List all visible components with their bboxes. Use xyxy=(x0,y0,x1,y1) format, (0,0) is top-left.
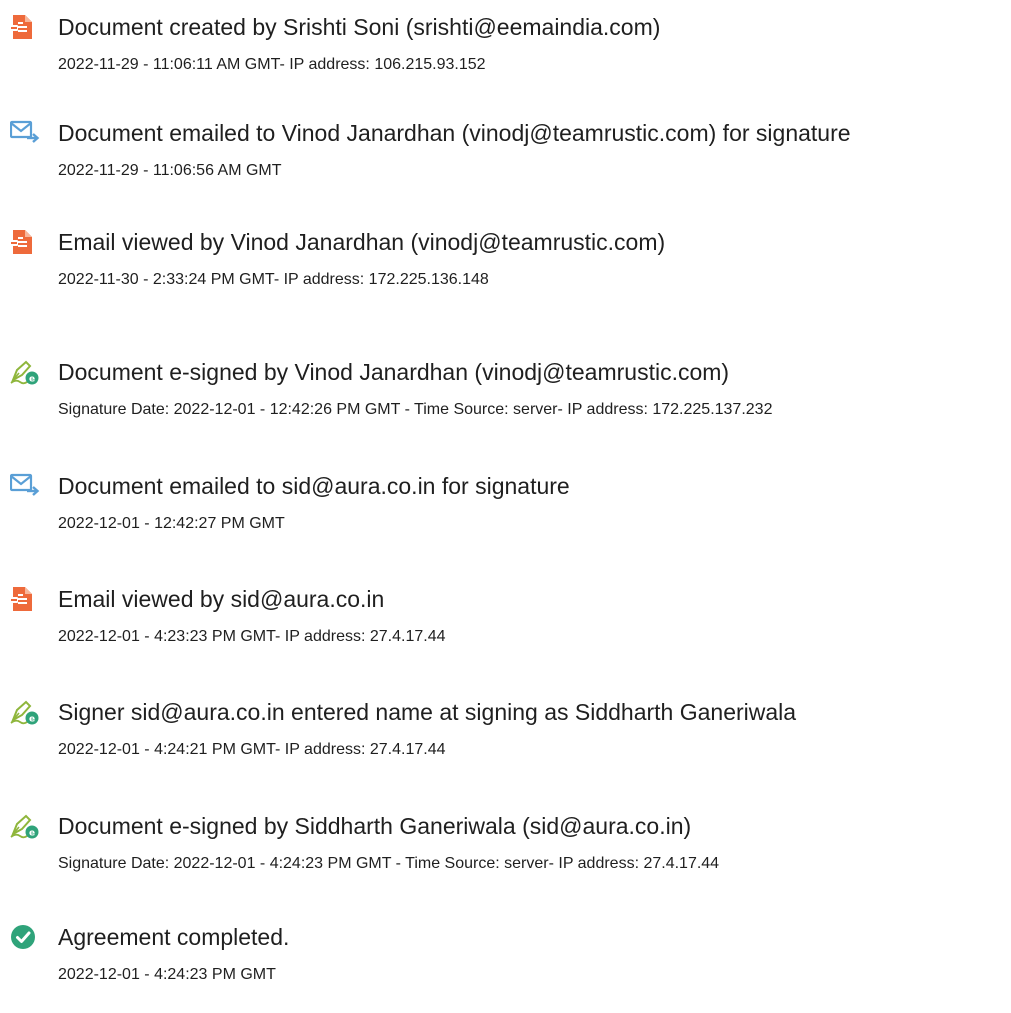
event-detail: 2022-12-01 - 4:24:21 PM GMT- IP address:… xyxy=(58,741,446,758)
email-sent-icon xyxy=(10,119,40,147)
email-sent-icon xyxy=(10,472,40,500)
audit-event: Document emailed to sid@aura.co.in for s… xyxy=(0,472,1011,562)
document-icon xyxy=(10,13,38,41)
event-title: Document e-signed by Vinod Janardhan (vi… xyxy=(58,359,730,385)
event-detail: 2022-11-29 - 11:06:11 AM GMT- IP address… xyxy=(58,56,486,73)
event-title: Email viewed by Vinod Janardhan (vinodj@… xyxy=(58,229,666,255)
event-title: Document emailed to Vinod Janardhan (vin… xyxy=(58,120,851,146)
audit-event: e Signer sid@aura.co.in entered name at … xyxy=(0,698,1011,788)
audit-event: Email viewed by Vinod Janardhan (vinodj@… xyxy=(0,228,1011,318)
audit-event: Document created by Srishti Soni (srisht… xyxy=(0,13,1011,103)
event-detail: 2022-12-01 - 4:24:23 PM GMT xyxy=(58,966,276,983)
event-detail: 2022-12-01 - 12:42:27 PM GMT xyxy=(58,515,285,532)
event-detail: 2022-11-30 - 2:33:24 PM GMT- IP address:… xyxy=(58,271,489,288)
svg-text:e: e xyxy=(29,829,35,839)
audit-event: e Document e-signed by Siddharth Ganeriw… xyxy=(0,812,1011,902)
event-title: Signer sid@aura.co.in entered name at si… xyxy=(58,699,797,725)
document-icon xyxy=(10,585,38,613)
event-title: Document e-signed by Siddharth Ganeriwal… xyxy=(58,813,692,839)
event-detail: Signature Date: 2022-12-01 - 4:24:23 PM … xyxy=(58,855,720,872)
esign-pen-icon: e xyxy=(10,698,39,726)
audit-event: e Document e-signed by Vinod Janardhan (… xyxy=(0,358,1011,448)
event-title: Agreement completed. xyxy=(58,924,290,950)
audit-event: Email viewed by sid@aura.co.in 2022-12-0… xyxy=(0,585,1011,675)
esign-pen-icon: e xyxy=(10,358,39,386)
audit-event: Agreement completed. 2022-12-01 - 4:24:2… xyxy=(0,923,1011,1013)
svg-text:e: e xyxy=(29,715,35,725)
audit-event: Document emailed to Vinod Janardhan (vin… xyxy=(0,119,1011,209)
document-icon xyxy=(10,228,38,256)
event-detail: 2022-11-29 - 11:06:56 AM GMT xyxy=(58,162,282,179)
event-detail: 2022-12-01 - 4:23:23 PM GMT- IP address:… xyxy=(58,628,446,645)
event-title: Email viewed by sid@aura.co.in xyxy=(58,586,385,612)
svg-text:e: e xyxy=(29,375,35,385)
event-title: Document created by Srishti Soni (srisht… xyxy=(58,14,661,40)
esign-pen-icon: e xyxy=(10,812,39,840)
event-title: Document emailed to sid@aura.co.in for s… xyxy=(58,473,570,499)
checkmark-circle-icon xyxy=(10,923,38,951)
event-detail: Signature Date: 2022-12-01 - 12:42:26 PM… xyxy=(58,401,773,418)
